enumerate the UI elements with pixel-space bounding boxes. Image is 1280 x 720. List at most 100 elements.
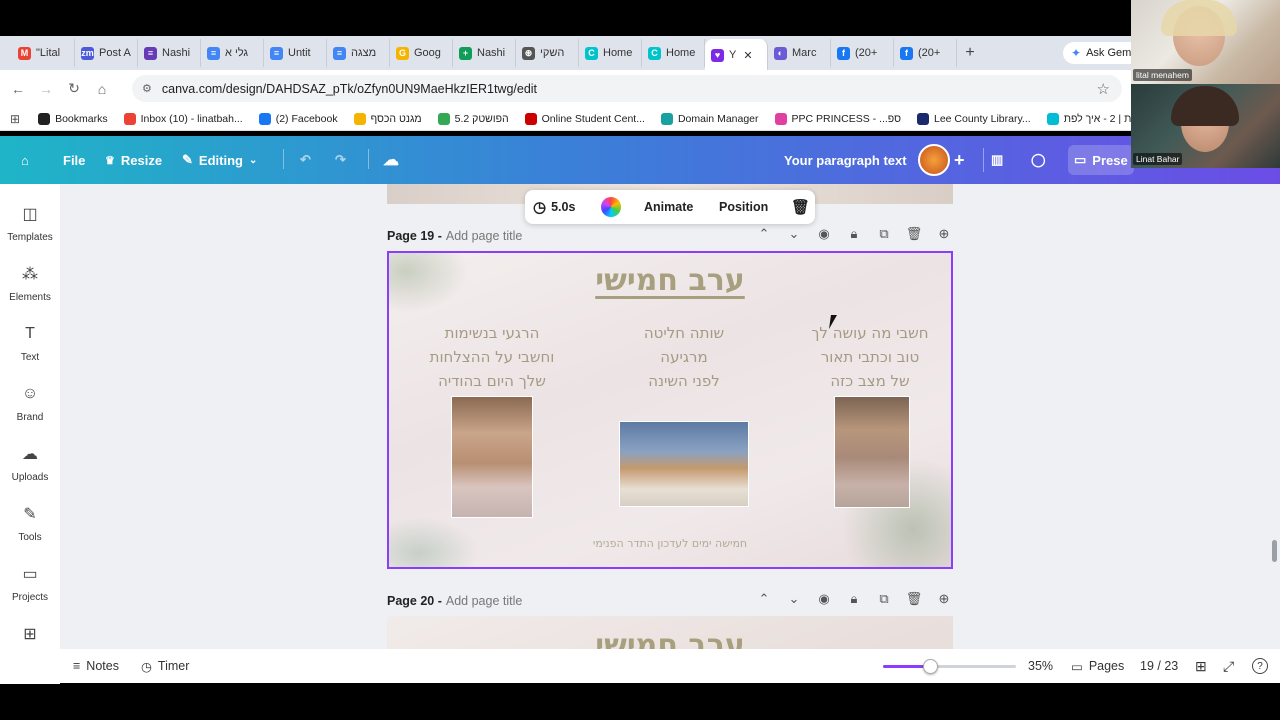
browser-tab[interactable]: + Nashi (453, 39, 516, 67)
bookmark-item[interactable]: Online Student Cent... (517, 112, 653, 125)
sidebar-item-uploads[interactable]: ☁ Uploads (0, 444, 60, 483)
photo-woman-relaxing[interactable] (451, 396, 533, 518)
help-icon[interactable]: ? (1252, 658, 1268, 674)
browser-tab[interactable]: ≡ Untit (264, 39, 327, 67)
timer-button[interactable]: ◷ Timer (141, 659, 189, 674)
bookmark-item[interactable]: מגנט הכסף (346, 112, 430, 125)
color-picker-icon[interactable] (601, 197, 621, 217)
duration-button[interactable]: ◷ 5.0s (533, 198, 575, 216)
notes-button[interactable]: ≡ Notes (73, 659, 119, 673)
delete-page-icon[interactable]: 🗑︎ (905, 226, 923, 242)
canvas-scrollbar[interactable] (1272, 540, 1277, 562)
undo-icon[interactable]: ↶ (300, 152, 311, 168)
photo-tea-pouring[interactable] (619, 421, 749, 507)
insights-chart-icon[interactable]: ▥ (991, 152, 1003, 168)
home-icon[interactable]: ⌂ (88, 75, 116, 103)
photo-woman-writing[interactable] (834, 396, 910, 508)
lock-icon[interactable]: 🔒︎ (845, 226, 863, 242)
bookmark-item[interactable]: PPC PRINCESS - ...ספ (767, 112, 909, 125)
sidebar-item-projects[interactable]: ▭ Projects (0, 564, 60, 603)
forward-arrow-icon[interactable]: → (32, 75, 60, 103)
sidebar-item-tools[interactable]: ✎ Tools (0, 504, 60, 543)
browser-tab[interactable]: f (20+ (894, 39, 957, 67)
grid-view-icon[interactable]: ⊞ (1195, 658, 1207, 675)
bookmark-item[interactable]: Domain Manager (653, 112, 767, 125)
slide-footer-text[interactable]: חמישה ימים לעדכון התדר הפנימי (389, 537, 951, 550)
browser-tab[interactable]: zm Post A (75, 39, 138, 67)
sidebar-item-elements[interactable]: ⁂ Elements (0, 264, 60, 303)
bookmark-item[interactable]: Bookmarks (30, 112, 116, 125)
zoom-slider-handle[interactable] (922, 659, 938, 674)
back-arrow-icon[interactable]: ← (4, 75, 32, 103)
apps-icon: ⊞ (23, 626, 37, 643)
browser-tab[interactable]: M "Lital (12, 39, 75, 67)
move-up-icon[interactable]: ⌃ (755, 226, 773, 242)
lock-icon[interactable]: 🔒︎ (845, 591, 863, 607)
zoom-percentage[interactable]: 35% (1028, 659, 1053, 673)
resize-button[interactable]: ♛ Resize (105, 153, 162, 168)
delete-page-icon[interactable]: 🗑︎ (905, 591, 923, 607)
delete-trash-icon[interactable]: 🗑 (791, 198, 810, 216)
document-title[interactable]: Your paragraph text (784, 153, 907, 168)
pages-button[interactable]: ▭ Pages (1071, 659, 1124, 674)
present-button[interactable]: ▭ Prese (1068, 145, 1134, 175)
page-19-title-input[interactable]: Add page title (446, 229, 522, 243)
slide-text-right[interactable]: חשבי מה עושה לך טוב וכתבי תאור של מצב כז… (795, 321, 945, 393)
browser-tab[interactable]: C Home (579, 39, 642, 67)
slide-text-left[interactable]: הרגעי בנשימות וחשבי על ההצלחות שלך היום … (417, 321, 567, 393)
reload-icon[interactable]: ↻ (60, 75, 88, 103)
file-menu-button[interactable]: File (63, 153, 85, 168)
bookmark-item[interactable]: Lee County Library... (909, 112, 1039, 125)
sidebar-item-brand[interactable]: ☺ Brand (0, 384, 60, 423)
move-up-icon[interactable]: ⌃ (755, 591, 773, 607)
duplicate-icon[interactable]: ⧉ (875, 591, 893, 607)
browser-tab[interactable]: ◐ Marc (768, 39, 831, 67)
bookmark-item[interactable]: הפושטק 5.2 (430, 112, 517, 125)
move-down-icon[interactable]: ⌄ (785, 226, 803, 242)
zoom-slider[interactable] (883, 659, 1016, 674)
browser-tab-label: Goog (414, 47, 441, 59)
browser-tab[interactable]: ≡ מצגה (327, 39, 390, 67)
fullscreen-icon[interactable]: ⤢ (1223, 658, 1234, 675)
bookmark-star-icon[interactable]: ☆ (1097, 80, 1110, 98)
browser-tab[interactable]: ♥ Y ✕ (705, 39, 768, 71)
browser-tab[interactable]: f (20+ (831, 39, 894, 67)
slide-text-middle[interactable]: שותה חליטה מרגיעה לפני השינה (609, 321, 759, 393)
redo-icon[interactable]: ↷ (335, 152, 346, 168)
browser-tab[interactable]: ≡ גלי א (201, 39, 264, 67)
slide-text-line: לפני השינה (648, 372, 720, 390)
position-button[interactable]: Position (719, 200, 768, 214)
move-down-icon[interactable]: ⌄ (785, 591, 803, 607)
apps-grid-icon[interactable]: ⊞ (0, 112, 30, 126)
bookmark-item[interactable]: Inbox (10) - linatbah... (116, 112, 251, 125)
url-field[interactable]: ⚙ canva.com/design/DAHDSAZ_pTk/oZfyn0UN9… (132, 75, 1122, 102)
hide-page-icon[interactable]: ◉ (815, 226, 833, 242)
browser-tab[interactable]: G Goog (390, 39, 453, 67)
page-20-title-input[interactable]: Add page title (446, 594, 522, 608)
slide-page-19[interactable]: ערב חמישי חשבי מה עושה לך טוב וכתבי תאור… (387, 251, 953, 569)
editing-mode-button[interactable]: ✎ Editing ⌄ (182, 152, 257, 168)
canva-home-icon[interactable]: ⌂ (21, 153, 29, 168)
add-collaborator-icon[interactable]: + (954, 150, 965, 171)
add-page-icon[interactable]: ⊕ (935, 226, 953, 242)
animate-button[interactable]: Animate (644, 200, 693, 214)
new-tab-button[interactable]: + (957, 40, 983, 66)
bookmark-item[interactable]: (2) Facebook (251, 112, 346, 125)
slide-page-20-preview[interactable]: ערב חמישי (387, 616, 953, 649)
sidebar-item-templates[interactable]: ◫ Templates (0, 204, 60, 243)
browser-tab-label: Y (729, 49, 737, 61)
add-page-icon[interactable]: ⊕ (935, 591, 953, 607)
user-avatar[interactable] (918, 144, 950, 176)
sidebar-item-text[interactable]: T Text (0, 324, 60, 363)
ask-gemini-button[interactable]: ✦ Ask Gemi (1063, 42, 1142, 64)
site-info-icon[interactable]: ⚙ (142, 82, 152, 95)
hide-page-icon[interactable]: ◉ (815, 591, 833, 607)
comments-icon[interactable]: ◯ (1031, 152, 1046, 168)
close-tab-icon[interactable]: ✕ (743, 49, 752, 62)
browser-tab[interactable]: ≡ Nashi (138, 39, 201, 67)
browser-tab[interactable]: C Home (642, 39, 705, 67)
duplicate-icon[interactable]: ⧉ (875, 226, 893, 242)
browser-tab[interactable]: ⊛ השקי (516, 39, 579, 67)
cloud-saved-icon[interactable]: ☁ (383, 150, 399, 170)
slide-title[interactable]: ערב חמישי (389, 263, 951, 298)
